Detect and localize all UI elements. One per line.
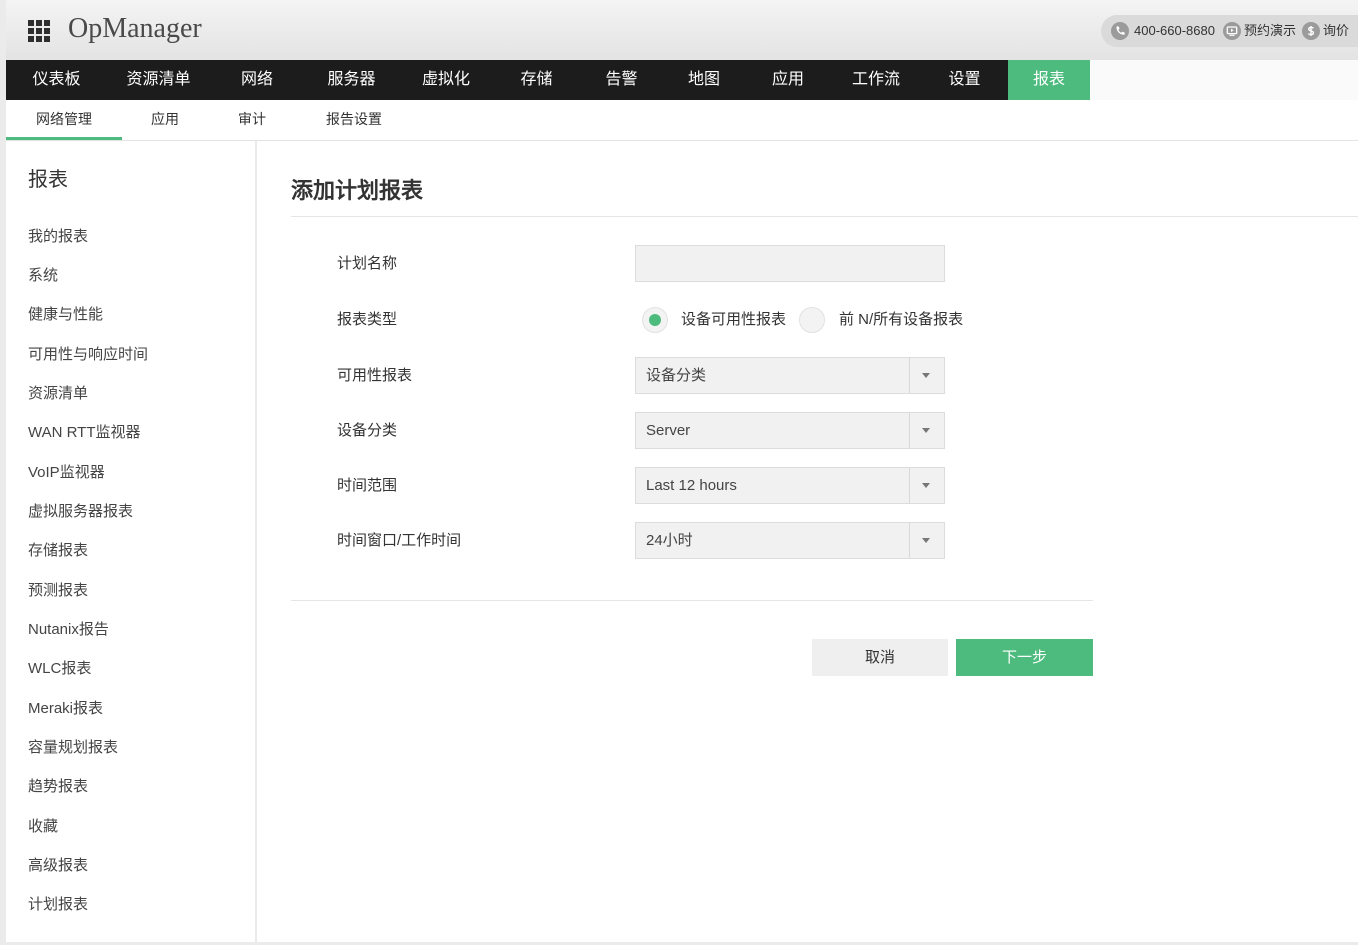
time-range-row: 时间范围 Last 12 hours bbox=[257, 467, 1358, 504]
caret-down-icon bbox=[922, 483, 930, 488]
availability-report-select[interactable]: 设备分类 bbox=[635, 357, 945, 394]
nav-filler bbox=[1090, 60, 1358, 100]
sidebar-item-availability-response-time[interactable]: 可用性与响应时间 bbox=[28, 335, 248, 374]
caret-down-icon bbox=[922, 538, 930, 543]
schedule-name-label: 计划名称 bbox=[337, 255, 398, 272]
reports-sidebar: 报表 我的报表 系统 健康与性能 可用性与响应时间 资源清单 WAN RTT监视… bbox=[6, 141, 255, 942]
device-category-value: Server bbox=[646, 422, 691, 439]
sub-nav: 网络管理 应用 审计 报告设置 bbox=[6, 100, 1358, 141]
nav-tab-maps[interactable]: 地图 bbox=[663, 60, 745, 100]
demo-video-icon[interactable] bbox=[1223, 22, 1241, 40]
nav-tab-workflow[interactable]: 工作流 bbox=[831, 60, 921, 100]
time-range-select[interactable]: Last 12 hours bbox=[635, 467, 945, 504]
device-category-select[interactable]: Server bbox=[635, 412, 945, 449]
report-type-label: 报表类型 bbox=[337, 311, 398, 328]
sidebar-item-storage-reports[interactable]: 存储报表 bbox=[28, 531, 248, 570]
contact-bar: 400-660-8680 预约演示 询价 bbox=[1101, 15, 1358, 47]
select-divider bbox=[909, 413, 910, 448]
nav-tab-apps[interactable]: 应用 bbox=[745, 60, 831, 100]
subnav-tab-report-settings[interactable]: 报告设置 bbox=[296, 100, 412, 140]
time-window-row: 时间窗口/工作时间 24小时 bbox=[257, 522, 1358, 559]
nav-tab-reports[interactable]: 报表 bbox=[1008, 60, 1090, 100]
availability-report-value: 设备分类 bbox=[646, 367, 707, 384]
page: OpManager 400-660-8680 预约演示 询价 仪表板 资源清单 … bbox=[0, 0, 1358, 945]
cancel-button[interactable]: 取消 bbox=[812, 639, 948, 676]
sidebar-item-virtual-server-reports[interactable]: 虚拟服务器报表 bbox=[28, 492, 248, 531]
sidebar-item-wan-rtt-monitor[interactable]: WAN RTT监视器 bbox=[28, 413, 248, 452]
nav-tab-inventory[interactable]: 资源清单 bbox=[107, 60, 210, 100]
nav-tab-storage[interactable]: 存储 bbox=[493, 60, 580, 100]
nav-tab-servers[interactable]: 服务器 bbox=[304, 60, 399, 100]
sidebar-title: 报表 bbox=[28, 169, 68, 191]
top-header: OpManager 400-660-8680 预约演示 询价 bbox=[6, 0, 1358, 60]
select-divider bbox=[909, 358, 910, 393]
apps-grid-icon[interactable] bbox=[28, 20, 50, 42]
radio-label-top-n-all-devices[interactable]: 前 N/所有设备报表 bbox=[839, 301, 963, 338]
schedule-name-input[interactable] bbox=[635, 245, 945, 282]
subnav-tab-applications[interactable]: 应用 bbox=[122, 100, 208, 140]
time-window-value: 24小时 bbox=[646, 532, 693, 549]
dollar-icon[interactable] bbox=[1302, 22, 1320, 40]
time-range-value: Last 12 hours bbox=[646, 477, 737, 494]
sidebar-list: 我的报表 系统 健康与性能 可用性与响应时间 资源清单 WAN RTT监视器 V… bbox=[28, 217, 248, 925]
caret-down-icon bbox=[922, 373, 930, 378]
next-button[interactable]: 下一步 bbox=[956, 639, 1093, 676]
sidebar-item-favorites[interactable]: 收藏 bbox=[28, 807, 248, 846]
sidebar-item-nutanix-reports[interactable]: Nutanix报告 bbox=[28, 610, 248, 649]
book-demo-link[interactable]: 预约演示 bbox=[1244, 15, 1296, 47]
phone-icon[interactable] bbox=[1111, 22, 1129, 40]
device-category-row: 设备分类 Server bbox=[257, 412, 1358, 449]
availability-report-row: 可用性报表 设备分类 bbox=[257, 357, 1358, 394]
report-type-row: 报表类型 设备可用性报表 前 N/所有设备报表 bbox=[257, 301, 1358, 338]
page-title: 添加计划报表 bbox=[291, 178, 424, 203]
nav-tab-network[interactable]: 网络 bbox=[210, 60, 304, 100]
subnav-tab-network-management[interactable]: 网络管理 bbox=[6, 100, 122, 140]
title-divider bbox=[291, 216, 1358, 217]
sidebar-item-voip-monitor[interactable]: VoIP监视器 bbox=[28, 453, 248, 492]
nav-tab-settings[interactable]: 设置 bbox=[921, 60, 1008, 100]
subnav-tab-audit[interactable]: 审计 bbox=[208, 100, 296, 140]
sidebar-item-forecast-reports[interactable]: 预测报表 bbox=[28, 571, 248, 610]
sidebar-item-meraki-reports[interactable]: Meraki报表 bbox=[28, 689, 248, 728]
caret-down-icon bbox=[922, 428, 930, 433]
sidebar-item-system[interactable]: 系统 bbox=[28, 256, 248, 295]
time-window-select[interactable]: 24小时 bbox=[635, 522, 945, 559]
radio-device-availability[interactable] bbox=[642, 306, 668, 333]
form-divider bbox=[291, 600, 1093, 601]
time-range-label: 时间范围 bbox=[337, 477, 398, 494]
availability-report-label: 可用性报表 bbox=[337, 367, 413, 384]
sidebar-item-my-reports[interactable]: 我的报表 bbox=[28, 217, 248, 256]
get-quote-link[interactable]: 询价 bbox=[1323, 15, 1349, 47]
sidebar-item-trend-reports[interactable]: 趋势报表 bbox=[28, 767, 248, 806]
device-category-label: 设备分类 bbox=[337, 422, 398, 439]
sidebar-item-health-performance[interactable]: 健康与性能 bbox=[28, 295, 248, 334]
sidebar-item-scheduled-reports[interactable]: 计划报表 bbox=[28, 885, 248, 924]
sidebar-item-wlc-reports[interactable]: WLC报表 bbox=[28, 649, 248, 688]
main-content: 添加计划报表 计划名称 报表类型 设备可用性报表 前 N/所有设备报表 可用性报… bbox=[257, 141, 1358, 942]
nav-tab-virtualization[interactable]: 虚拟化 bbox=[399, 60, 493, 100]
time-window-label: 时间窗口/工作时间 bbox=[337, 532, 462, 549]
radio-label-device-availability[interactable]: 设备可用性报表 bbox=[681, 301, 786, 338]
sidebar-item-advanced-reports[interactable]: 高级报表 bbox=[28, 846, 248, 885]
main-nav: 仪表板 资源清单 网络 服务器 虚拟化 存储 告警 地图 应用 工作流 设置 报… bbox=[6, 60, 1090, 100]
app-logo-text[interactable]: OpManager bbox=[68, 11, 202, 47]
phone-number-link[interactable]: 400-660-8680 bbox=[1134, 15, 1215, 47]
nav-tab-dashboard[interactable]: 仪表板 bbox=[6, 60, 107, 100]
select-divider bbox=[909, 523, 910, 558]
nav-tab-alarms[interactable]: 告警 bbox=[580, 60, 663, 100]
sidebar-item-inventory[interactable]: 资源清单 bbox=[28, 374, 248, 413]
sidebar-item-capacity-planning-reports[interactable]: 容量规划报表 bbox=[28, 728, 248, 767]
schedule-name-row: 计划名称 bbox=[257, 245, 1358, 282]
select-divider bbox=[909, 468, 910, 503]
radio-top-n-all-devices[interactable] bbox=[799, 306, 825, 333]
